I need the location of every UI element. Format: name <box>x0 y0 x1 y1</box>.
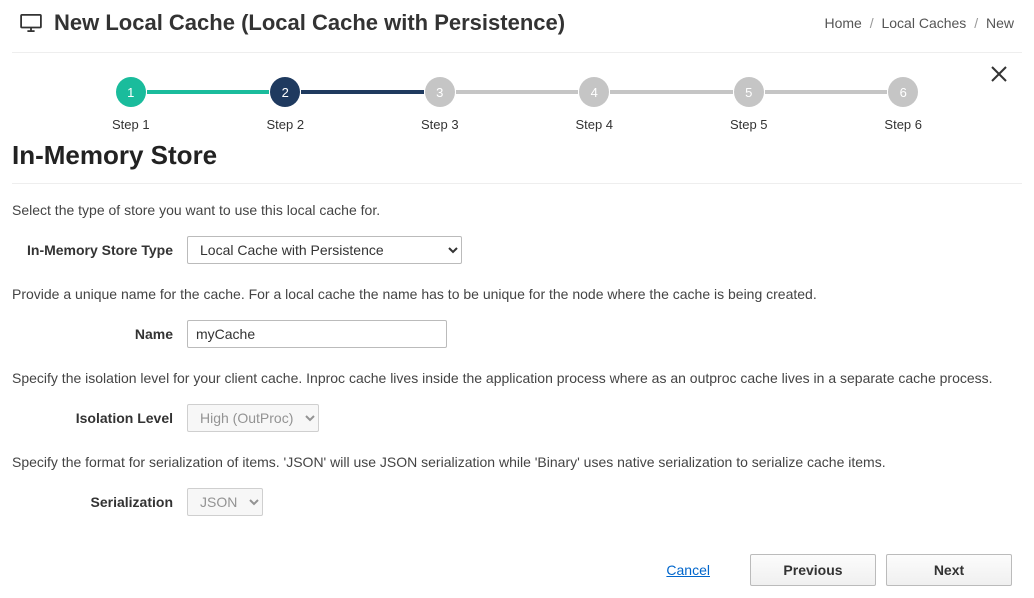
cancel-link[interactable]: Cancel <box>666 562 710 578</box>
step-connector <box>147 90 270 94</box>
isolation-select: High (OutProc) <box>187 404 319 432</box>
name-row: Name <box>12 320 1022 348</box>
name-input[interactable] <box>187 320 447 348</box>
store-type-row: In-Memory Store Type Local Cache with Pe… <box>12 236 1022 264</box>
isolation-row: Isolation Level High (OutProc) <box>12 404 1022 432</box>
form-body: Select the type of store you want to use… <box>12 202 1022 516</box>
serialization-row: Serialization JSON <box>12 488 1022 516</box>
step-circle: 5 <box>734 77 764 107</box>
step-connector <box>456 90 579 94</box>
serialization-help: Specify the format for serialization of … <box>12 454 1022 470</box>
header-bar: New Local Cache (Local Cache with Persis… <box>0 0 1034 46</box>
step-5[interactable]: 5 Step 5 <box>730 77 768 132</box>
step-circle: 2 <box>270 77 300 107</box>
step-label: Step 1 <box>112 117 150 132</box>
step-2[interactable]: 2 Step 2 <box>266 77 304 132</box>
name-help: Provide a unique name for the cache. For… <box>12 286 1022 302</box>
store-type-help: Select the type of store you want to use… <box>12 202 1022 218</box>
step-circle: 4 <box>579 77 609 107</box>
serialization-select: JSON <box>187 488 263 516</box>
step-1[interactable]: 1 Step 1 <box>112 77 150 132</box>
name-label: Name <box>12 326 187 342</box>
step-connector <box>301 90 424 94</box>
step-circle: 1 <box>116 77 146 107</box>
monitor-icon <box>20 14 42 32</box>
step-6[interactable]: 6 Step 6 <box>884 77 922 132</box>
step-connector <box>765 90 888 94</box>
section-heading: In-Memory Store <box>12 140 1022 184</box>
step-label: Step 5 <box>730 117 768 132</box>
isolation-help: Specify the isolation level for your cli… <box>12 370 1022 386</box>
page-title: New Local Cache (Local Cache with Persis… <box>54 10 565 36</box>
breadcrumb-item-local-caches[interactable]: Local Caches <box>881 15 966 31</box>
breadcrumb-item-new: New <box>986 15 1014 31</box>
previous-button[interactable]: Previous <box>750 554 876 586</box>
breadcrumb-item-home[interactable]: Home <box>824 15 861 31</box>
step-label: Step 6 <box>884 117 922 132</box>
step-3[interactable]: 3 Step 3 <box>421 77 459 132</box>
stepper: 1 Step 1 2 Step 2 3 Step 3 4 Step 4 5 St… <box>12 59 1022 140</box>
breadcrumb: Home / Local Caches / New <box>824 15 1014 31</box>
header-left: New Local Cache (Local Cache with Persis… <box>20 10 565 36</box>
step-circle: 6 <box>888 77 918 107</box>
step-4[interactable]: 4 Step 4 <box>575 77 613 132</box>
serialization-label: Serialization <box>12 494 187 510</box>
isolation-label: Isolation Level <box>12 410 187 426</box>
step-label: Step 2 <box>266 117 304 132</box>
step-circle: 3 <box>425 77 455 107</box>
step-label: Step 3 <box>421 117 459 132</box>
breadcrumb-separator: / <box>870 15 874 31</box>
step-label: Step 4 <box>575 117 613 132</box>
breadcrumb-separator: / <box>974 15 978 31</box>
footer-actions: Cancel Previous Next <box>12 538 1022 598</box>
next-button[interactable]: Next <box>886 554 1012 586</box>
store-type-label: In-Memory Store Type <box>12 242 187 258</box>
step-connector <box>610 90 733 94</box>
store-type-select[interactable]: Local Cache with Persistence <box>187 236 462 264</box>
wizard-container: 1 Step 1 2 Step 2 3 Step 3 4 Step 4 5 St… <box>12 52 1022 598</box>
close-icon[interactable] <box>986 61 1012 91</box>
